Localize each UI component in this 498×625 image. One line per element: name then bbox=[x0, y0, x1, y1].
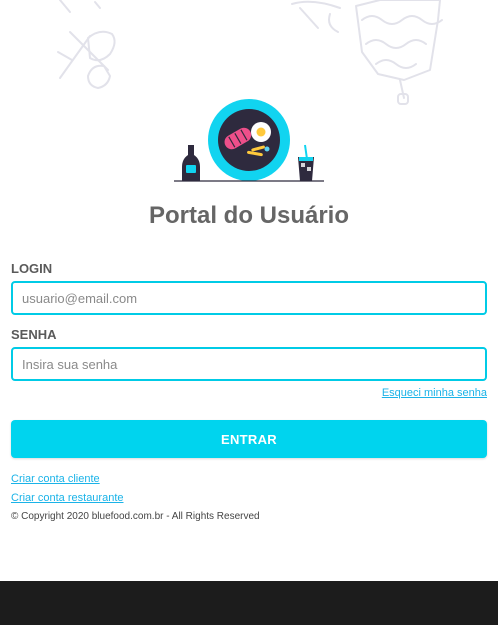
login-input[interactable] bbox=[11, 281, 487, 315]
spatula-cake-doodle-icon bbox=[291, 0, 443, 105]
copyright-text: © Copyright 2020 bluefood.com.br - All R… bbox=[11, 511, 260, 522]
login-label: LOGIN bbox=[11, 261, 53, 276]
utensils-doodle-icon bbox=[57, 0, 116, 89]
page-footer bbox=[0, 581, 498, 625]
bluefood-logo-icon bbox=[174, 99, 324, 182]
password-input[interactable] bbox=[11, 347, 487, 381]
forgot-password-link[interactable]: Esqueci minha senha bbox=[382, 386, 487, 400]
page-title: Portal do Usuário bbox=[148, 202, 350, 229]
create-client-account-link[interactable]: Criar conta cliente bbox=[11, 472, 100, 486]
create-restaurant-account-link[interactable]: Criar conta restaurante bbox=[11, 491, 124, 505]
password-label: SENHA bbox=[11, 327, 57, 342]
login-submit-button[interactable]: ENTRAR bbox=[11, 420, 487, 458]
